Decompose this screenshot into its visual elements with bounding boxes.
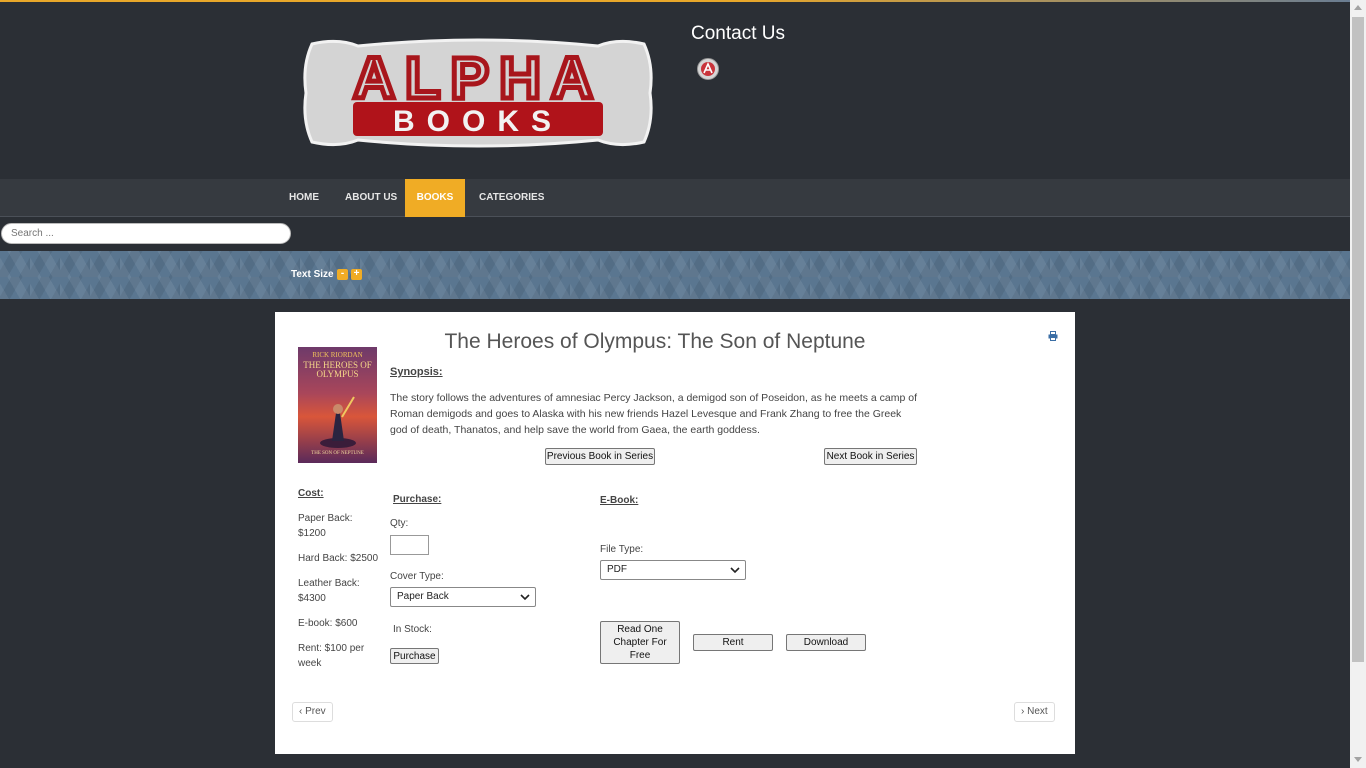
- cost-paper-back: Paper Back: $1200: [298, 513, 353, 539]
- cost-leather-back: Leather Back: $4300: [298, 578, 360, 604]
- chevron-down-icon: [730, 567, 740, 574]
- book-cover-image: RICK RIORDAN THE HEROES OF OLYMPUS THE S…: [298, 347, 377, 463]
- cost-heading: Cost:: [298, 488, 324, 499]
- book-detail-panel: The Heroes of Olympus: The Son of Neptun…: [275, 312, 1075, 754]
- synopsis-heading: Synopsis:: [390, 366, 443, 378]
- print-icon[interactable]: [1048, 331, 1058, 341]
- page-title: The Heroes of Olympus: The Son of Neptun…: [444, 330, 866, 353]
- cover-author: RICK RIORDAN: [312, 351, 363, 359]
- cost-rent: Rent: $100 per week: [298, 643, 365, 669]
- file-type-label: File Type:: [600, 544, 644, 555]
- download-button[interactable]: Download: [786, 634, 866, 651]
- main-nav: HOME ABOUT US BOOKS CATEGORIES: [0, 179, 1350, 217]
- chevron-right-icon: ›: [1021, 706, 1025, 717]
- page-banner: Text Size - +: [0, 251, 1350, 299]
- cover-type-label: Cover Type:: [390, 571, 444, 582]
- search-input[interactable]: [1, 223, 291, 244]
- read-one-chapter-button[interactable]: Read One Chapter For Free: [600, 621, 680, 664]
- cover-type-value: Paper Back: [397, 591, 449, 602]
- page-scrollbar[interactable]: [1350, 0, 1366, 768]
- scroll-up-arrow-icon[interactable]: [1354, 5, 1362, 10]
- in-stock-label: In Stock:: [393, 624, 432, 635]
- ebook-heading: E-Book:: [600, 495, 639, 506]
- search-bar: [0, 217, 1350, 251]
- rent-button[interactable]: Rent: [693, 634, 773, 651]
- cover-series: THE HEROES OF OLYMPUS: [303, 360, 372, 379]
- synopsis-text: The story follows the adventures of amne…: [390, 392, 918, 436]
- next-label: Next: [1027, 706, 1048, 717]
- nav-home[interactable]: HOME: [276, 179, 332, 217]
- file-type-select[interactable]: PDF: [600, 560, 746, 580]
- logo-alpha-text: ALPHA: [353, 46, 603, 111]
- file-type-value: PDF: [607, 564, 627, 575]
- site-header: ALPHA BOOKS Contact Us: [0, 2, 1350, 179]
- nav-books[interactable]: BOOKS: [405, 179, 465, 217]
- cover-figure: [320, 396, 356, 448]
- text-size-decrease-button[interactable]: -: [337, 269, 348, 280]
- text-size-increase-button[interactable]: +: [351, 269, 362, 280]
- qty-label: Qty:: [390, 518, 409, 529]
- next-book-in-series-button[interactable]: Next Book in Series: [824, 448, 917, 465]
- cover-type-select[interactable]: Paper Back: [390, 587, 536, 607]
- prev-page-button[interactable]: ‹ Prev: [292, 702, 333, 722]
- logo-books-text: BOOKS: [393, 105, 563, 138]
- qty-input[interactable]: [390, 535, 429, 555]
- alpha-books-logo[interactable]: ALPHA BOOKS: [298, 36, 658, 150]
- nav-about-us[interactable]: ABOUT US: [332, 179, 410, 217]
- nav-categories[interactable]: CATEGORIES: [466, 179, 557, 217]
- text-size-label: Text Size: [291, 269, 334, 280]
- prev-label: Prev: [305, 706, 326, 717]
- user-icon[interactable]: [697, 58, 719, 80]
- scrollbar-thumb[interactable]: [1352, 17, 1364, 662]
- cover-subtitle: THE SON OF NEPTUNE: [311, 451, 364, 456]
- next-page-button[interactable]: › Next: [1014, 702, 1055, 722]
- chevron-down-icon: [520, 594, 530, 601]
- purchase-heading: Purchase:: [393, 494, 442, 505]
- purchase-button[interactable]: Purchase: [390, 648, 439, 664]
- previous-book-in-series-button[interactable]: Previous Book in Series: [545, 448, 655, 465]
- scroll-down-arrow-icon[interactable]: [1354, 757, 1362, 762]
- contact-us-link[interactable]: Contact Us: [691, 23, 785, 45]
- cost-hard-back: Hard Back: $2500: [298, 553, 379, 564]
- chevron-left-icon: ‹: [299, 706, 303, 717]
- cost-ebook: E-book: $600: [298, 618, 358, 629]
